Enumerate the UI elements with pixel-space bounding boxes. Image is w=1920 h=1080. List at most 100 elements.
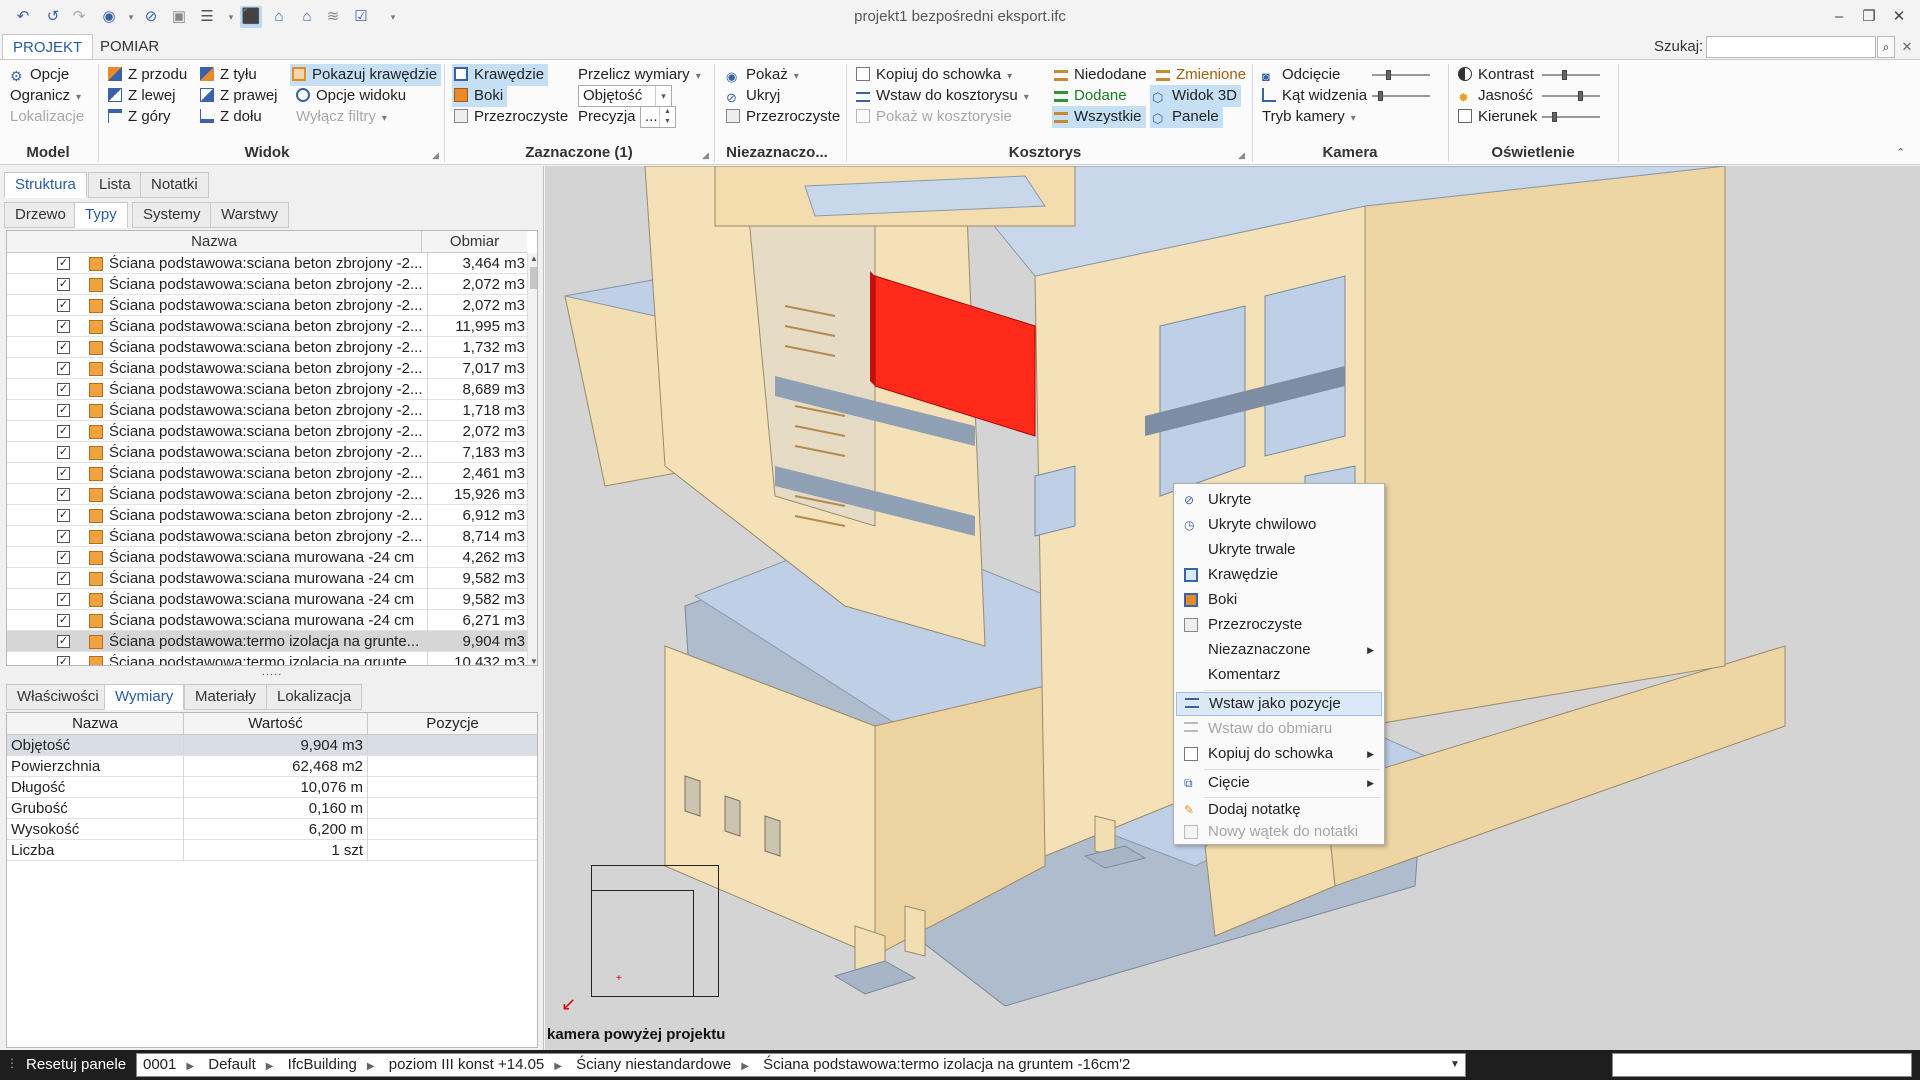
table-row[interactable]: Długość 10,076 m — [7, 777, 537, 798]
table-row[interactable]: Liczba 1 szt — [7, 840, 537, 861]
field-of-view-slider[interactable] — [1372, 91, 1430, 101]
checkbox[interactable]: ✓ — [57, 257, 70, 270]
scroll-down-icon[interactable]: ▼ — [528, 657, 537, 665]
menu-item-unselected[interactable]: Niezaznaczone ▶ — [1176, 638, 1382, 662]
checkbox[interactable]: ✓ — [57, 635, 70, 648]
table-row[interactable]: Powierzchnia 62,468 m2 — [7, 756, 537, 777]
minimize-button[interactable]: – — [1824, 5, 1854, 29]
menu-item-hidden[interactable]: ⊘ Ukryte — [1176, 488, 1382, 512]
tab-warstwy[interactable]: Warstwy — [210, 202, 289, 228]
checkbox[interactable]: ✓ — [57, 299, 70, 312]
table-row[interactable]: ✓ Ściana podstawowa:termo izolacja na gru… — [7, 652, 527, 665]
table-row[interactable]: ✓ Ściana podstawowa:sciana beton zbrojony… — [7, 379, 527, 400]
measure-select[interactable]: Objętość ▾ — [578, 85, 672, 107]
view-bottom-button[interactable]: Z dołu — [198, 106, 266, 128]
table-row[interactable]: ✓ Ściana podstawowa:sciana beton zbrojony… — [7, 337, 527, 358]
menu-item-new-note-thread[interactable]: Nowy wątek do notatki — [1176, 820, 1382, 844]
dialog-launcher-icon[interactable]: ◢ — [432, 150, 439, 161]
checkbox[interactable]: ✓ — [57, 425, 70, 438]
checkbox[interactable]: ✓ — [57, 593, 70, 606]
checkbox[interactable]: ✓ — [57, 320, 70, 333]
checkbox[interactable]: ✓ — [57, 278, 70, 291]
filter-added-button[interactable]: Dodane — [1052, 85, 1131, 107]
collapse-ribbon-icon[interactable]: ⌃ — [1896, 146, 1905, 159]
checkbox[interactable]: ✓ — [57, 572, 70, 585]
menu-item-insert-to-measure[interactable]: Wstaw do obmiaru — [1176, 717, 1382, 741]
precision-stepper[interactable]: ... ▲ ▼ — [640, 106, 676, 128]
options-button[interactable]: ⚙ Opcje — [8, 64, 73, 86]
tab-lista[interactable]: Lista — [88, 172, 142, 198]
checkbox[interactable]: ✓ — [57, 509, 70, 522]
selected-transparent-toggle[interactable]: Przezroczyste — [452, 106, 572, 128]
camera-minimap[interactable]: + — [591, 865, 719, 997]
panels-toggle[interactable]: ⬡ Panele — [1150, 106, 1223, 128]
filter-not-added-button[interactable]: Niedodane — [1052, 64, 1151, 86]
clear-search-icon[interactable]: ✕ — [1897, 36, 1917, 58]
table-row[interactable]: ✓ Ściana podstawowa:sciana beton zbrojony… — [7, 295, 527, 316]
clipping-slider[interactable] — [1372, 70, 1430, 80]
selected-faces-toggle[interactable]: Boki — [452, 85, 508, 107]
selected-edges-toggle[interactable]: Krawędzie — [452, 64, 549, 86]
checkbox[interactable]: ✓ — [57, 446, 70, 459]
menu-item-edges[interactable]: Krawędzie — [1176, 563, 1382, 587]
unselected-transparent-button[interactable]: Przezroczyste — [724, 106, 844, 128]
column-header-name[interactable]: Nazwa — [7, 713, 183, 735]
checkbox[interactable]: ✓ — [57, 467, 70, 480]
checkbox[interactable]: ✓ — [57, 488, 70, 501]
view-left-button[interactable]: Z lewej — [106, 85, 180, 107]
filter-all-button[interactable]: Wszystkie — [1052, 106, 1146, 128]
hide-unselected-button[interactable]: ⊘ Ukryj — [724, 85, 784, 107]
checkbox[interactable]: ✓ — [57, 383, 70, 396]
table-row[interactable]: Wysokość 6,200 m — [7, 819, 537, 840]
checkbox[interactable]: ✓ — [57, 551, 70, 564]
tab-pomiar[interactable]: POMIAR — [90, 34, 169, 60]
tab-wlasciwosci[interactable]: Właściwości — [6, 684, 110, 710]
breadcrumb-item[interactable]: Ściana podstawowa:termo izolacja na grun… — [763, 1056, 1130, 1073]
search-icon[interactable]: ⌕ — [1877, 36, 1895, 58]
clipping-button[interactable]: ◙ Odcięcie — [1260, 64, 1344, 86]
table-row[interactable]: ✓ Ściana podstawowa:sciana beton zbrojony… — [7, 421, 527, 442]
camera-mode-button[interactable]: Tryb kamery ▾ — [1260, 106, 1360, 128]
view-right-button[interactable]: Z prawej — [198, 85, 282, 107]
checkbox[interactable]: ✓ — [57, 614, 70, 627]
breadcrumb-item[interactable]: 0001 — [143, 1056, 176, 1073]
menu-item-copy-to-clipboard[interactable]: Kopiuj do schowka ▶ — [1176, 742, 1382, 766]
chevron-down-icon[interactable]: ▼ — [1446, 1054, 1464, 1076]
breadcrumb[interactable]: 0001 ▶ Default ▶ IfcBuilding ▶ poziom III k… — [136, 1053, 1466, 1077]
dialog-launcher-icon[interactable]: ◢ — [702, 150, 709, 161]
breadcrumb-item[interactable]: poziom III konst +14.05 — [389, 1056, 545, 1073]
scroll-thumb[interactable] — [530, 267, 537, 289]
tab-systemy[interactable]: Systemy — [132, 202, 212, 228]
view-back-button[interactable]: Z tyłu — [198, 64, 261, 86]
column-header-measure[interactable]: Obmiar — [421, 231, 527, 253]
table-row[interactable]: ✓ Ściana podstawowa:sciana beton zbrojony… — [7, 274, 527, 295]
restore-button[interactable]: ❐ — [1854, 5, 1884, 29]
breadcrumb-item[interactable]: Ściany niestandardowe — [576, 1056, 731, 1073]
view-options-button[interactable]: Opcje widoku — [294, 85, 410, 107]
contrast-slider[interactable] — [1542, 70, 1600, 80]
menu-item-hidden-permanently[interactable]: Ukryte trwale — [1176, 538, 1382, 562]
menu-item-comment[interactable]: Komentarz — [1176, 663, 1382, 687]
tab-wymiary[interactable]: Wymiary — [104, 684, 185, 710]
tab-typy[interactable]: Typy — [74, 202, 128, 228]
view-3d-toggle[interactable]: ⬡ Widok 3D — [1150, 85, 1242, 107]
table-row[interactable]: ✓ Ściana podstawowa:sciana beton zbrojony… — [7, 253, 527, 274]
table-row[interactable]: ✓ Ściana podstawowa:sciana murowana -24 c… — [7, 547, 527, 568]
reset-panels-button[interactable]: Resetuj panele — [10, 1054, 134, 1076]
breadcrumb-item[interactable]: IfcBuilding — [288, 1056, 357, 1073]
tab-notatki[interactable]: Notatki — [140, 172, 209, 198]
field-of-view-button[interactable]: Kąt widzenia — [1260, 85, 1371, 107]
table-row[interactable]: Grubość 0,160 m — [7, 798, 537, 819]
table-row[interactable]: ✓ Ściana podstawowa:termo izolacja na gru… — [7, 631, 527, 652]
menu-item-transparent[interactable]: Przezroczyste — [1176, 613, 1382, 637]
scroll-up-icon[interactable]: ▲ — [528, 254, 537, 263]
checkbox[interactable]: ✓ — [57, 530, 70, 543]
types-scrollbar[interactable]: ▲ ▼ — [527, 253, 537, 665]
table-row[interactable]: ✓ Ściana podstawowa:sciana beton zbrojony… — [7, 484, 527, 505]
restrict-button[interactable]: Ogranicz ▾ — [8, 85, 85, 107]
menu-item-insert-as-positions[interactable]: Wstaw jako pozycje — [1176, 692, 1382, 716]
show-unselected-button[interactable]: ◉ Pokaż ▾ — [724, 64, 803, 86]
menu-item-faces[interactable]: Boki — [1176, 588, 1382, 612]
tab-lokalizacja[interactable]: Lokalizacja — [266, 684, 363, 710]
3d-viewport[interactable]: + ↙ kamera powyżej projektu ⊘ Ukryte ◷ Ukr… — [545, 166, 1920, 1050]
